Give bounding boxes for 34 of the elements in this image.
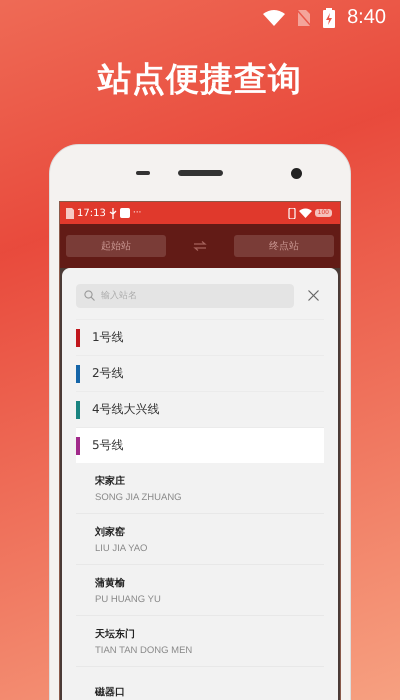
search-field[interactable]: 输入站名 [76,284,294,308]
line-name: 5号线 [92,437,124,454]
sim-icon [66,208,74,218]
wifi-icon [263,8,286,26]
line-item[interactable]: 2号线 [76,355,324,391]
line-item[interactable]: 5号线 [76,427,324,463]
headline: 站点便捷查询 [98,58,302,100]
station-name[interactable]: 宋家庄 [95,474,125,488]
app-icon [120,208,130,218]
battery-charging-icon [323,8,336,28]
more-notifications: ··· [132,208,142,218]
clock: 8:40 [347,6,386,29]
line-name: 2号线 [92,365,124,382]
station-name[interactable]: 天坛东门 [95,626,135,640]
line-name: 4号线大兴线 [92,401,160,418]
station-name[interactable]: 磁器口 [95,685,125,699]
clock: 17:13 [77,208,106,218]
sensor [136,171,150,175]
speaker-grille [178,170,223,176]
search-icon [84,290,95,300]
camera-lens [291,168,302,178]
station-pinyin: TIAN TAN DONG MEN [95,644,192,656]
line-item[interactable]: 1号线 [76,319,324,355]
station-pinyin: PU HUANG YU [95,594,161,604]
close-button[interactable] [308,290,319,300]
station-name[interactable]: 蒲黄榆 [95,576,125,590]
station-name[interactable]: 刘家窑 [95,524,125,538]
station-pinyin: SONG JIA ZHUANG [95,492,182,502]
swap-icon [193,241,207,251]
line-name: 1号线 [92,329,124,346]
station-pinyin: LIU JIA YAO [95,542,148,554]
no-sim-icon [297,8,312,26]
close-icon [308,290,319,300]
wifi-icon [298,208,312,218]
